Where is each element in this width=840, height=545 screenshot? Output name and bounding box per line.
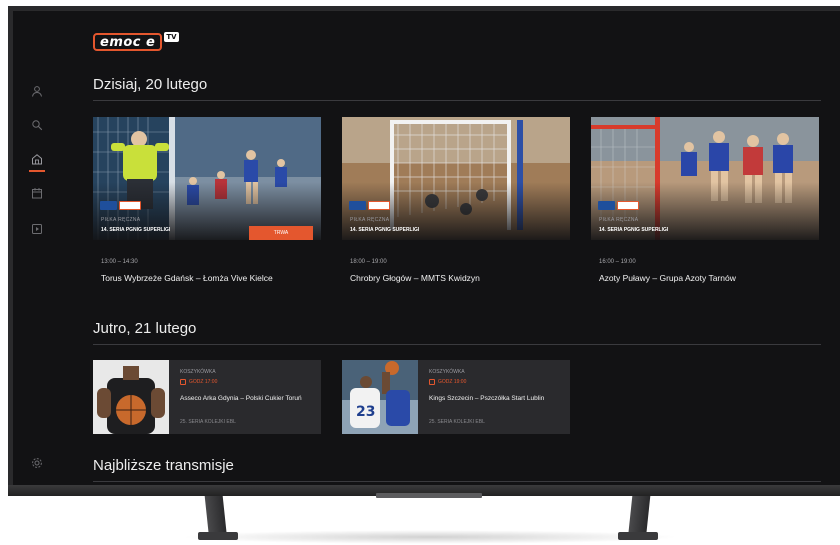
event-category: PIŁKA RĘCZNA <box>350 217 390 223</box>
event-category: KOSZYKÓWKA <box>180 369 216 375</box>
play-icon[interactable] <box>31 223 43 235</box>
event-category: PIŁKA RĘCZNA <box>101 217 141 223</box>
event-title: Chrobry Głogów – MMTS Kwidzyn <box>350 273 480 283</box>
divider <box>93 344 821 345</box>
event-card[interactable]: PIŁKA RĘCZNA 14. SERIA PGNIG SUPERLIGI 1… <box>591 117 819 283</box>
event-thumbnail <box>93 360 169 434</box>
event-time-label: GODZ 19:00 <box>438 379 467 385</box>
league-logo <box>598 201 615 210</box>
event-title: Kings Szczecin – Pszczółka Start Lublin <box>429 395 545 402</box>
section-title-tomorrow: Jutro, 21 lutego <box>93 320 197 337</box>
live-button[interactable]: TRWA <box>249 226 313 240</box>
event-time-label: GODZ 17:00 <box>189 379 218 385</box>
event-title: Azoty Puławy – Grupa Azoty Tarnów <box>599 273 736 283</box>
tv-stand-foot-left <box>198 532 238 540</box>
event-time: GODZ 19:00 <box>429 379 466 385</box>
basketball-player-image <box>93 360 169 434</box>
league-logo <box>100 201 117 210</box>
sponsor-logo <box>368 201 390 210</box>
search-icon[interactable] <box>31 119 43 131</box>
event-title: Torus Wybrzeże Gdańsk – Łomża Vive Kielc… <box>101 273 273 283</box>
event-thumbnail: 23 <box>342 360 418 434</box>
app-screen: emoc e TV Dzisiaj, 20 lutego PIŁKA RĘCZN… <box>13 11 840 491</box>
event-thumbnail: PIŁKA RĘCZNA 14. SERIA PGNIG SUPERLIGI T… <box>93 117 321 240</box>
floor-shadow <box>180 530 680 544</box>
event-card-compact[interactable]: KOSZYKÓWKA GODZ 17:00 Asseco Arka Gdynia… <box>93 360 321 434</box>
divider <box>93 481 821 482</box>
league-logo <box>349 201 366 210</box>
calendar-icon <box>429 379 435 385</box>
divider <box>93 100 821 101</box>
tv-frame: emoc e TV Dzisiaj, 20 lutego PIŁKA RĘCZN… <box>8 6 840 496</box>
calendar-icon[interactable] <box>31 187 43 199</box>
tv-stand-foot-right <box>618 532 658 540</box>
event-series: 25. SERIA KOLEJKI EBL <box>429 419 485 425</box>
event-time: 18:00 – 19:00 <box>350 259 387 265</box>
broadcaster-badges <box>349 201 390 210</box>
event-title: Asseco Arka Gdynia – Polski Cukier Toruń <box>180 395 302 402</box>
event-thumbnail: PIŁKA RĘCZNA 14. SERIA PGNIG SUPERLIGI <box>342 117 570 240</box>
event-time: GODZ 17:00 <box>180 379 217 385</box>
tv-logo-bar <box>376 493 482 498</box>
basketball-dunk-image: 23 <box>342 360 418 434</box>
section-title-upcoming: Najbliższe transmisje <box>93 457 234 474</box>
sponsor-logo <box>617 201 639 210</box>
broadcaster-badges <box>598 201 639 210</box>
sidebar <box>13 11 63 491</box>
gear-icon[interactable] <box>31 457 43 469</box>
event-card-compact[interactable]: 23 KOSZYKÓWKA GODZ 19:00 Kings Szczecin … <box>342 360 570 434</box>
event-time: 16:00 – 19:00 <box>599 259 636 265</box>
event-series: 14. SERIA PGNIG SUPERLIGI <box>599 227 669 233</box>
logo-text: emoc e <box>100 34 156 50</box>
calendar-icon <box>180 379 186 385</box>
event-category: PIŁKA RĘCZNA <box>599 217 639 223</box>
event-card[interactable]: PIŁKA RĘCZNA 14. SERIA PGNIG SUPERLIGI 1… <box>342 117 570 283</box>
logo-frame: emoc e <box>93 33 163 51</box>
event-card[interactable]: PIŁKA RĘCZNA 14. SERIA PGNIG SUPERLIGI T… <box>93 117 321 283</box>
event-series: 25. SERIA KOLEJKI EBL <box>180 419 236 425</box>
active-indicator <box>29 170 45 172</box>
home-icon[interactable] <box>31 153 43 165</box>
logo-tv-badge: TV <box>164 32 179 42</box>
section-title-today: Dzisiaj, 20 lutego <box>93 76 208 93</box>
svg-text:23: 23 <box>356 404 375 420</box>
sponsor-logo <box>119 201 141 210</box>
event-series: 14. SERIA PGNIG SUPERLIGI <box>350 227 420 233</box>
user-icon[interactable] <box>31 85 43 97</box>
broadcaster-badges <box>100 201 141 210</box>
brand-logo[interactable]: emoc e TV <box>93 32 179 51</box>
event-category: KOSZYKÓWKA <box>429 369 465 375</box>
event-thumbnail: PIŁKA RĘCZNA 14. SERIA PGNIG SUPERLIGI <box>591 117 819 240</box>
event-series: 14. SERIA PGNIG SUPERLIGI <box>101 227 171 233</box>
event-time: 13:00 – 14:30 <box>101 259 138 265</box>
